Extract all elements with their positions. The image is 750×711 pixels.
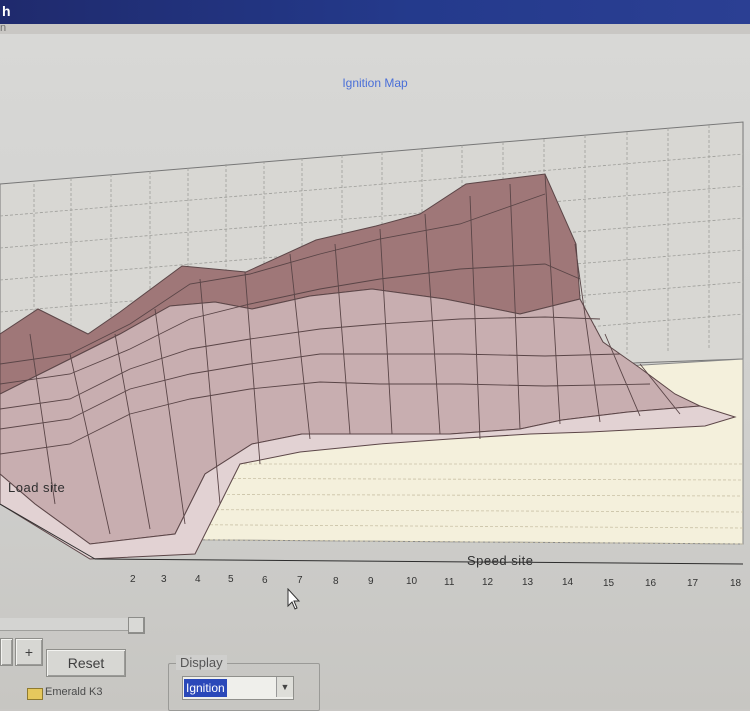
x-tick: 13: [522, 577, 534, 588]
x-tick: 15: [603, 578, 615, 589]
x-tick: 3: [161, 574, 167, 585]
x-axis-ticks: 2 3 4 5 6 7 8 9 10 11 12 13 14 15 16 17 …: [130, 574, 742, 589]
x-tick: 5: [228, 574, 234, 585]
display-legend: Display: [176, 655, 227, 670]
ignition-map-chart: 2 3 4 5 6 7 8 9 10 11 12 13 14 15 16 17 …: [0, 121, 744, 589]
x-tick: 4: [195, 574, 201, 585]
x-tick: 9: [368, 576, 374, 587]
zoom-slider-thumb[interactable]: [128, 617, 145, 634]
mouse-cursor-icon: [287, 588, 301, 610]
window-title-bar: h: [0, 0, 750, 24]
chart-title: Ignition Map: [342, 76, 408, 90]
menu-hint: n: [0, 22, 7, 34]
plus-button[interactable]: +: [15, 638, 43, 666]
left-partial-button[interactable]: [0, 638, 13, 666]
x-tick: 11: [444, 577, 455, 588]
x-tick: 7: [297, 575, 303, 586]
chevron-down-icon[interactable]: ▼: [276, 677, 293, 697]
display-select-value[interactable]: Ignition: [184, 679, 227, 697]
taskbar-item-label: Emerald K3: [45, 686, 103, 698]
reset-button[interactable]: Reset: [46, 649, 126, 677]
taskbar-item-emerald[interactable]: Emerald K3: [0, 684, 160, 709]
x-tick: 12: [482, 577, 494, 588]
window-title: h: [2, 3, 11, 19]
zoom-slider-track[interactable]: [0, 618, 145, 631]
x-tick: 6: [262, 575, 268, 586]
x-tick: 18: [730, 578, 742, 589]
x-tick: 10: [406, 576, 418, 587]
folder-icon: [27, 688, 43, 700]
x-tick: 17: [687, 578, 699, 589]
x-tick: 16: [645, 578, 657, 589]
y-axis-label: Load site: [8, 480, 66, 495]
x-tick: 2: [130, 574, 136, 585]
x-axis-label: Speed site: [467, 553, 534, 568]
x-tick: 8: [333, 576, 339, 587]
x-tick: 14: [562, 577, 574, 588]
